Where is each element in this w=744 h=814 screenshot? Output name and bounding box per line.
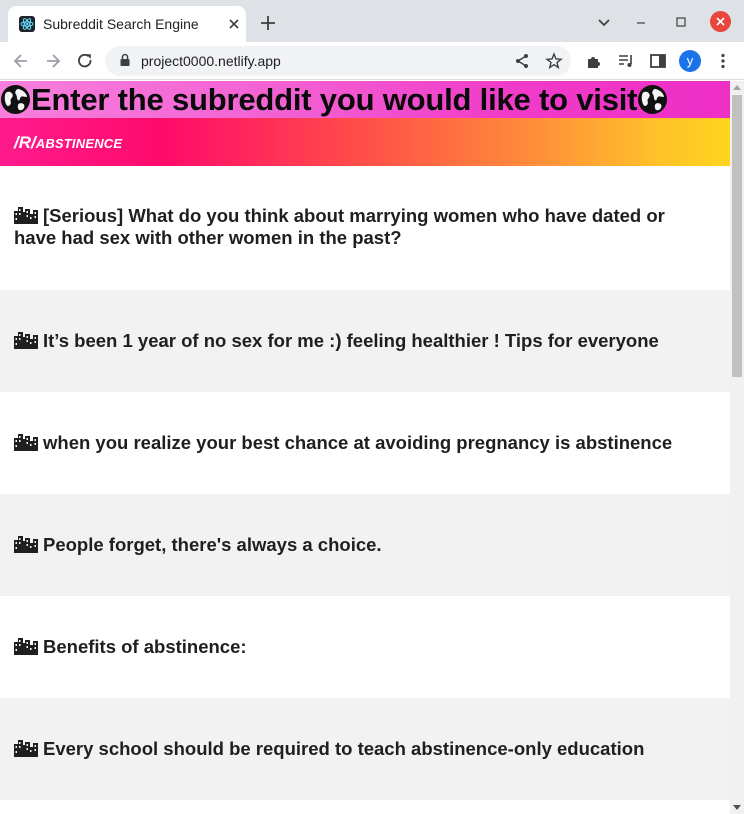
extensions-puzzle-icon[interactable] xyxy=(584,51,604,71)
subreddit-banner: /R/ABSTINENCE xyxy=(0,118,730,166)
back-arrow-icon[interactable] xyxy=(11,51,31,71)
heading-text: Enter the subreddit you would like to vi… xyxy=(31,82,638,117)
cityscape-icon xyxy=(14,205,38,224)
scroll-up-arrow-icon[interactable] xyxy=(733,85,741,90)
lock-icon[interactable] xyxy=(119,53,131,72)
browser-menu-kebab-icon[interactable] xyxy=(713,51,733,71)
globe-icon xyxy=(637,84,668,115)
list-item[interactable]: [Serious] What do you think about marryi… xyxy=(0,166,730,290)
list-item[interactable]: when you realize your best chance at avo… xyxy=(0,392,730,494)
post-title[interactable]: [Serious] What do you think about marryi… xyxy=(14,205,704,249)
scroll-thumb[interactable] xyxy=(732,95,742,377)
globe-icon xyxy=(0,84,31,115)
tab-strip: Subreddit Search Engine xyxy=(0,0,744,42)
bookmark-star-icon[interactable] xyxy=(545,52,563,70)
cityscape-icon xyxy=(14,330,38,349)
cityscape-icon xyxy=(14,534,38,553)
subreddit-prefix: /R/ xyxy=(14,133,36,152)
url-text[interactable]: project0000.netlify.app xyxy=(141,53,281,69)
cityscape-icon xyxy=(14,738,38,757)
search-header: Enter the subreddit you would like to vi… xyxy=(0,81,730,118)
post-title[interactable]: It’s been 1 year of no sex for me :) fee… xyxy=(14,330,704,352)
list-item[interactable]: Benefits of abstinence: xyxy=(0,596,730,698)
cityscape-icon xyxy=(14,636,38,655)
post-list: [Serious] What do you think about marryi… xyxy=(0,166,730,800)
close-tab-icon[interactable] xyxy=(225,15,243,33)
side-panel-icon[interactable] xyxy=(648,51,668,71)
profile-avatar[interactable]: y xyxy=(679,50,701,72)
page-heading[interactable]: Enter the subreddit you would like to vi… xyxy=(0,81,668,118)
new-tab-plus-icon[interactable] xyxy=(258,13,278,33)
post-title[interactable]: People forget, there's always a choice. xyxy=(14,534,704,556)
forward-arrow-icon[interactable] xyxy=(43,51,63,71)
share-icon[interactable] xyxy=(513,52,531,70)
reload-icon[interactable] xyxy=(75,51,95,71)
scroll-down-arrow-icon[interactable] xyxy=(733,805,741,810)
post-title[interactable]: Benefits of abstinence: xyxy=(14,636,704,658)
minimize-window-icon[interactable] xyxy=(631,12,651,32)
browser-tab[interactable]: Subreddit Search Engine xyxy=(8,6,246,42)
react-favicon-icon xyxy=(19,16,35,32)
post-title[interactable]: Every school should be required to teach… xyxy=(14,738,704,760)
media-playlist-icon[interactable] xyxy=(616,51,636,71)
list-item[interactable]: Every school should be required to teach… xyxy=(0,698,730,800)
post-title[interactable]: when you realize your best chance at avo… xyxy=(14,432,704,454)
page-viewport: Enter the subreddit you would like to vi… xyxy=(0,81,730,814)
list-item[interactable]: People forget, there's always a choice. xyxy=(0,494,730,596)
tab-title: Subreddit Search Engine xyxy=(43,16,199,32)
subreddit-name: ABSTINENCE xyxy=(35,136,123,151)
address-bar[interactable]: project0000.netlify.app xyxy=(105,46,571,76)
tab-search-chevron-icon[interactable] xyxy=(594,12,614,32)
close-window-icon[interactable] xyxy=(710,11,731,32)
cityscape-icon xyxy=(14,432,38,451)
maximize-window-icon[interactable] xyxy=(671,12,691,32)
subreddit-label: /R/ABSTINENCE xyxy=(14,133,122,153)
list-item[interactable]: It’s been 1 year of no sex for me :) fee… xyxy=(0,290,730,392)
browser-toolbar: project0000.netlify.app y xyxy=(0,42,744,80)
page-scrollbar[interactable] xyxy=(730,81,744,814)
